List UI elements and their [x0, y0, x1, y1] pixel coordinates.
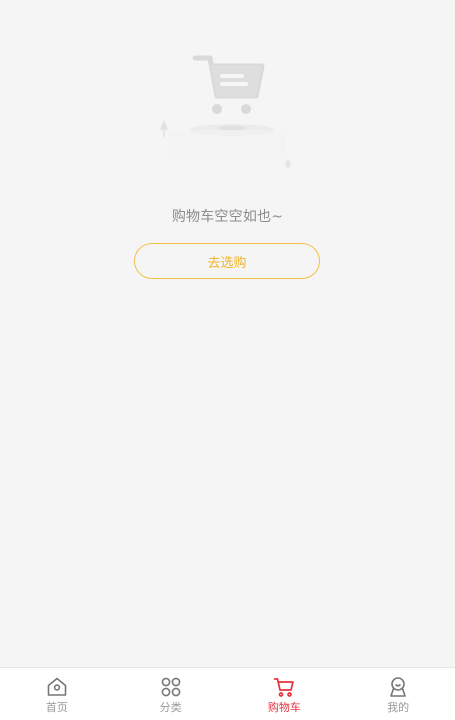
empty-cart-message: 购物车空空如也~	[171, 209, 284, 225]
decor-tree	[159, 120, 169, 137]
tab-home-label: 首页	[45, 700, 68, 714]
go-shopping-button[interactable]: 去选购	[134, 243, 320, 279]
cart-wheel-left	[212, 104, 222, 114]
category-icon	[161, 677, 181, 696]
cart-icon	[274, 677, 295, 697]
tab-home[interactable]: 首页	[0, 668, 114, 720]
tab-profile[interactable]: 我的	[341, 668, 455, 720]
cart-wheel-right	[241, 104, 251, 114]
cart-page: 购物车空空如也~ 去选购 首页 分类 购物车 我的	[0, 0, 455, 720]
tab-cart-label: 购物车	[267, 700, 301, 714]
basket-line-1	[220, 74, 244, 78]
basket-line-2	[220, 82, 248, 86]
illustration-floor	[168, 130, 286, 160]
empty-cart-illustration	[159, 55, 291, 170]
tab-category[interactable]: 分类	[114, 668, 228, 720]
tab-category-label: 分类	[159, 700, 182, 714]
go-shopping-label: 去选购	[207, 255, 247, 271]
home-icon	[47, 677, 67, 696]
illustration-shadow-core	[218, 125, 246, 131]
bottom-tab-bar: 首页 分类 购物车 我的	[0, 667, 455, 720]
tab-profile-label: 我的	[387, 700, 410, 714]
profile-icon	[390, 676, 406, 697]
cart-basket	[210, 65, 262, 97]
tab-cart[interactable]: 购物车	[228, 668, 342, 720]
